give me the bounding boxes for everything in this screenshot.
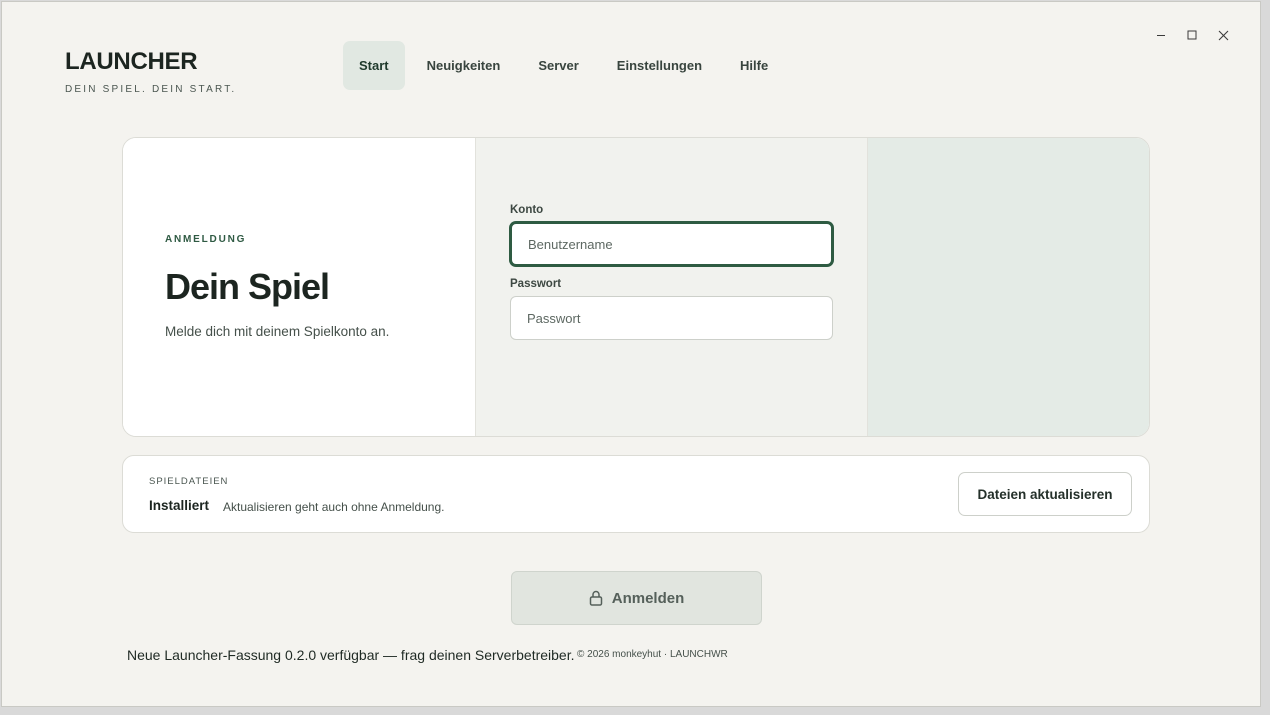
login-headline: Dein Spiel: [165, 266, 330, 307]
close-icon: [1218, 30, 1228, 40]
close-button[interactable]: [1212, 24, 1234, 46]
login-button-label: Anmelden: [611, 589, 685, 607]
login-intro: ANMELDUNG Dein Spiel Melde dich mit dein…: [123, 138, 476, 436]
files-note: Aktualisieren geht auch ohne Anmeldung.: [223, 500, 445, 514]
login-form: Konto Passwort: [476, 138, 868, 436]
login-card: ANMELDUNG Dein Spiel Melde dich mit dein…: [122, 137, 1150, 437]
brand-subtitle: DEIN SPIEL. DEIN START.: [65, 84, 237, 95]
files-status: Installiert: [149, 498, 210, 513]
update-notice: Neue Launcher-Fassung 0.2.0 verfügbar — …: [127, 647, 575, 663]
nav-neuigkeiten[interactable]: Neuigkeiten: [408, 41, 520, 90]
password-input[interactable]: [510, 296, 833, 340]
update-files-button[interactable]: Dateien aktualisieren: [958, 472, 1132, 516]
maximize-icon: [1187, 30, 1197, 40]
login-lead: Melde dich mit deinem Spielkonto an.: [165, 324, 390, 339]
maximize-button[interactable]: [1181, 24, 1203, 46]
brand-title: LAUNCHER: [65, 48, 198, 75]
username-input[interactable]: [510, 222, 833, 266]
copyright: © 2026 monkeyhut · LAUNCHWR: [577, 649, 728, 660]
minimize-icon: [1157, 35, 1165, 36]
launcher-window: LAUNCHER DEIN SPIEL. DEIN START. Start N…: [1, 1, 1261, 707]
minimize-button[interactable]: [1150, 24, 1172, 46]
nav-start[interactable]: Start: [343, 41, 405, 90]
login-button[interactable]: Anmelden: [511, 571, 762, 625]
nav-server[interactable]: Server: [519, 41, 597, 90]
nav-einstellungen[interactable]: Einstellungen: [598, 41, 721, 90]
game-files-panel: SPIELDATEIEN Installiert Aktualisieren g…: [122, 455, 1150, 533]
login-side-panel: [868, 138, 1149, 436]
lock-icon: [589, 590, 602, 606]
login-eyebrow: ANMELDUNG: [165, 234, 247, 245]
password-label: Passwort: [510, 278, 562, 290]
account-label: Konto: [510, 204, 544, 216]
nav-hilfe[interactable]: Hilfe: [721, 41, 787, 90]
files-eyebrow: SPIELDATEIEN: [149, 476, 229, 487]
main-nav: Start Neuigkeiten Server Einstellungen H…: [343, 41, 787, 90]
